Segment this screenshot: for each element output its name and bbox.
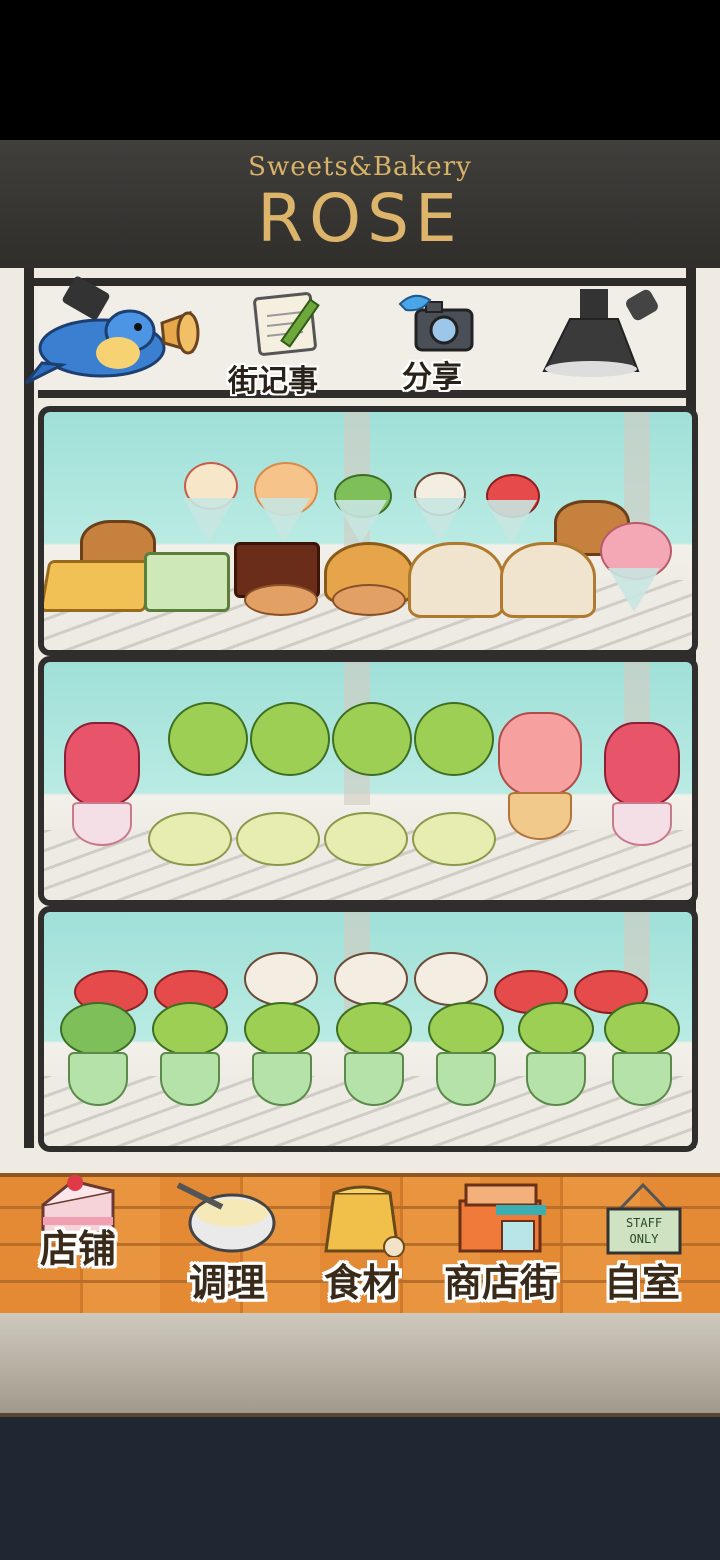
shelf-matcha-parfaits	[38, 906, 698, 1152]
chocolate-soft-serve[interactable]	[244, 952, 318, 1006]
nav-counter: 店铺 调理 食材 商店街 STAFF ONLY 自室	[0, 1173, 720, 1317]
gingerbread-cookies[interactable]	[332, 584, 406, 616]
chocolate-soft-serve[interactable]	[334, 952, 408, 1006]
cream-puffs-basket[interactable]	[500, 542, 596, 618]
nav-room-label: 自室	[603, 1261, 680, 1305]
nav-ingredients-label: 食材	[323, 1261, 400, 1305]
news-button[interactable]: 街记事	[228, 288, 348, 399]
dessert-item[interactable]	[240, 1002, 320, 1122]
dessert-item[interactable]	[332, 1002, 412, 1122]
chocolate-soft-serve[interactable]	[414, 952, 488, 1006]
dessert-item[interactable]	[148, 1002, 228, 1122]
gelato-bowl[interactable]	[412, 812, 496, 866]
camera-icon	[398, 294, 474, 352]
dessert-item[interactable]	[326, 474, 396, 544]
bottom-bar	[0, 1417, 720, 1560]
dessert-item[interactable]	[600, 722, 680, 872]
dessert-item[interactable]	[410, 702, 494, 792]
dessert-item[interactable]	[164, 702, 248, 792]
nav-room-button[interactable]: STAFF ONLY 自室	[590, 1177, 694, 1307]
gelato-bowl[interactable]	[236, 812, 320, 866]
game-screen: Sweets&Bakery ROSE 街记事 分享 店铺 调理 食材 商店街 S…	[0, 0, 720, 1560]
nav-cooking-label: 调理	[188, 1261, 265, 1305]
shelf-bakery	[38, 406, 698, 656]
dessert-item[interactable]	[60, 722, 140, 872]
nav-ingredients-button[interactable]: 食材	[312, 1177, 412, 1307]
staff-only-sign-icon: STAFF ONLY	[606, 1182, 682, 1255]
bird-mascot-button[interactable]	[22, 293, 202, 393]
nav-shop-button[interactable]: 店铺	[28, 1169, 128, 1289]
lemon-cake[interactable]	[44, 560, 155, 612]
flour-bag-icon	[324, 1185, 405, 1257]
gelato-bowl[interactable]	[148, 812, 232, 866]
share-button[interactable]: 分享	[396, 288, 496, 398]
nav-cooking-button[interactable]: 调理	[172, 1177, 282, 1307]
dessert-item[interactable]	[600, 1002, 680, 1122]
shelf-parfaits	[38, 656, 698, 906]
dessert-item[interactable]	[494, 712, 584, 862]
shop-subtitle: Sweets&Bakery	[248, 152, 472, 182]
case-post-left	[24, 268, 34, 1148]
spotlight-icon	[542, 289, 658, 377]
spotlight-decoration	[540, 283, 670, 378]
dessert-item[interactable]	[246, 702, 330, 792]
dessert-item[interactable]	[594, 522, 674, 612]
mixing-bowl-icon	[176, 1182, 276, 1253]
dessert-item[interactable]	[244, 462, 324, 542]
floor	[0, 1313, 720, 1417]
notepad-icon	[253, 292, 320, 356]
nav-street-button[interactable]: 商店街	[428, 1177, 574, 1307]
gelato-bowl[interactable]	[324, 812, 408, 866]
dessert-item[interactable]	[404, 472, 474, 542]
gingerbread-cookies[interactable]	[244, 584, 318, 616]
share-label: 分享	[402, 360, 462, 395]
svg-text:STAFF: STAFF	[626, 1216, 662, 1230]
bluebird-icon	[24, 309, 200, 385]
svg-text:ONLY: ONLY	[630, 1232, 660, 1246]
shop-icon	[458, 1183, 546, 1253]
dessert-item[interactable]	[174, 462, 244, 542]
dessert-item[interactable]	[476, 474, 546, 544]
dessert-item[interactable]	[424, 1002, 504, 1122]
shop-name: ROSE	[257, 180, 463, 257]
nav-shop-label: 店铺	[39, 1227, 116, 1271]
nav-street-label: 商店街	[443, 1261, 558, 1305]
display-case: 街记事 分享	[0, 268, 720, 1173]
cream-puffs-basket[interactable]	[408, 542, 504, 618]
dessert-item[interactable]	[328, 702, 412, 792]
shop-sign: Sweets&Bakery ROSE	[0, 140, 720, 272]
news-label: 街记事	[228, 364, 318, 399]
matcha-cake[interactable]	[144, 552, 230, 612]
dessert-item[interactable]	[56, 1002, 136, 1122]
dessert-item[interactable]	[514, 1002, 594, 1122]
